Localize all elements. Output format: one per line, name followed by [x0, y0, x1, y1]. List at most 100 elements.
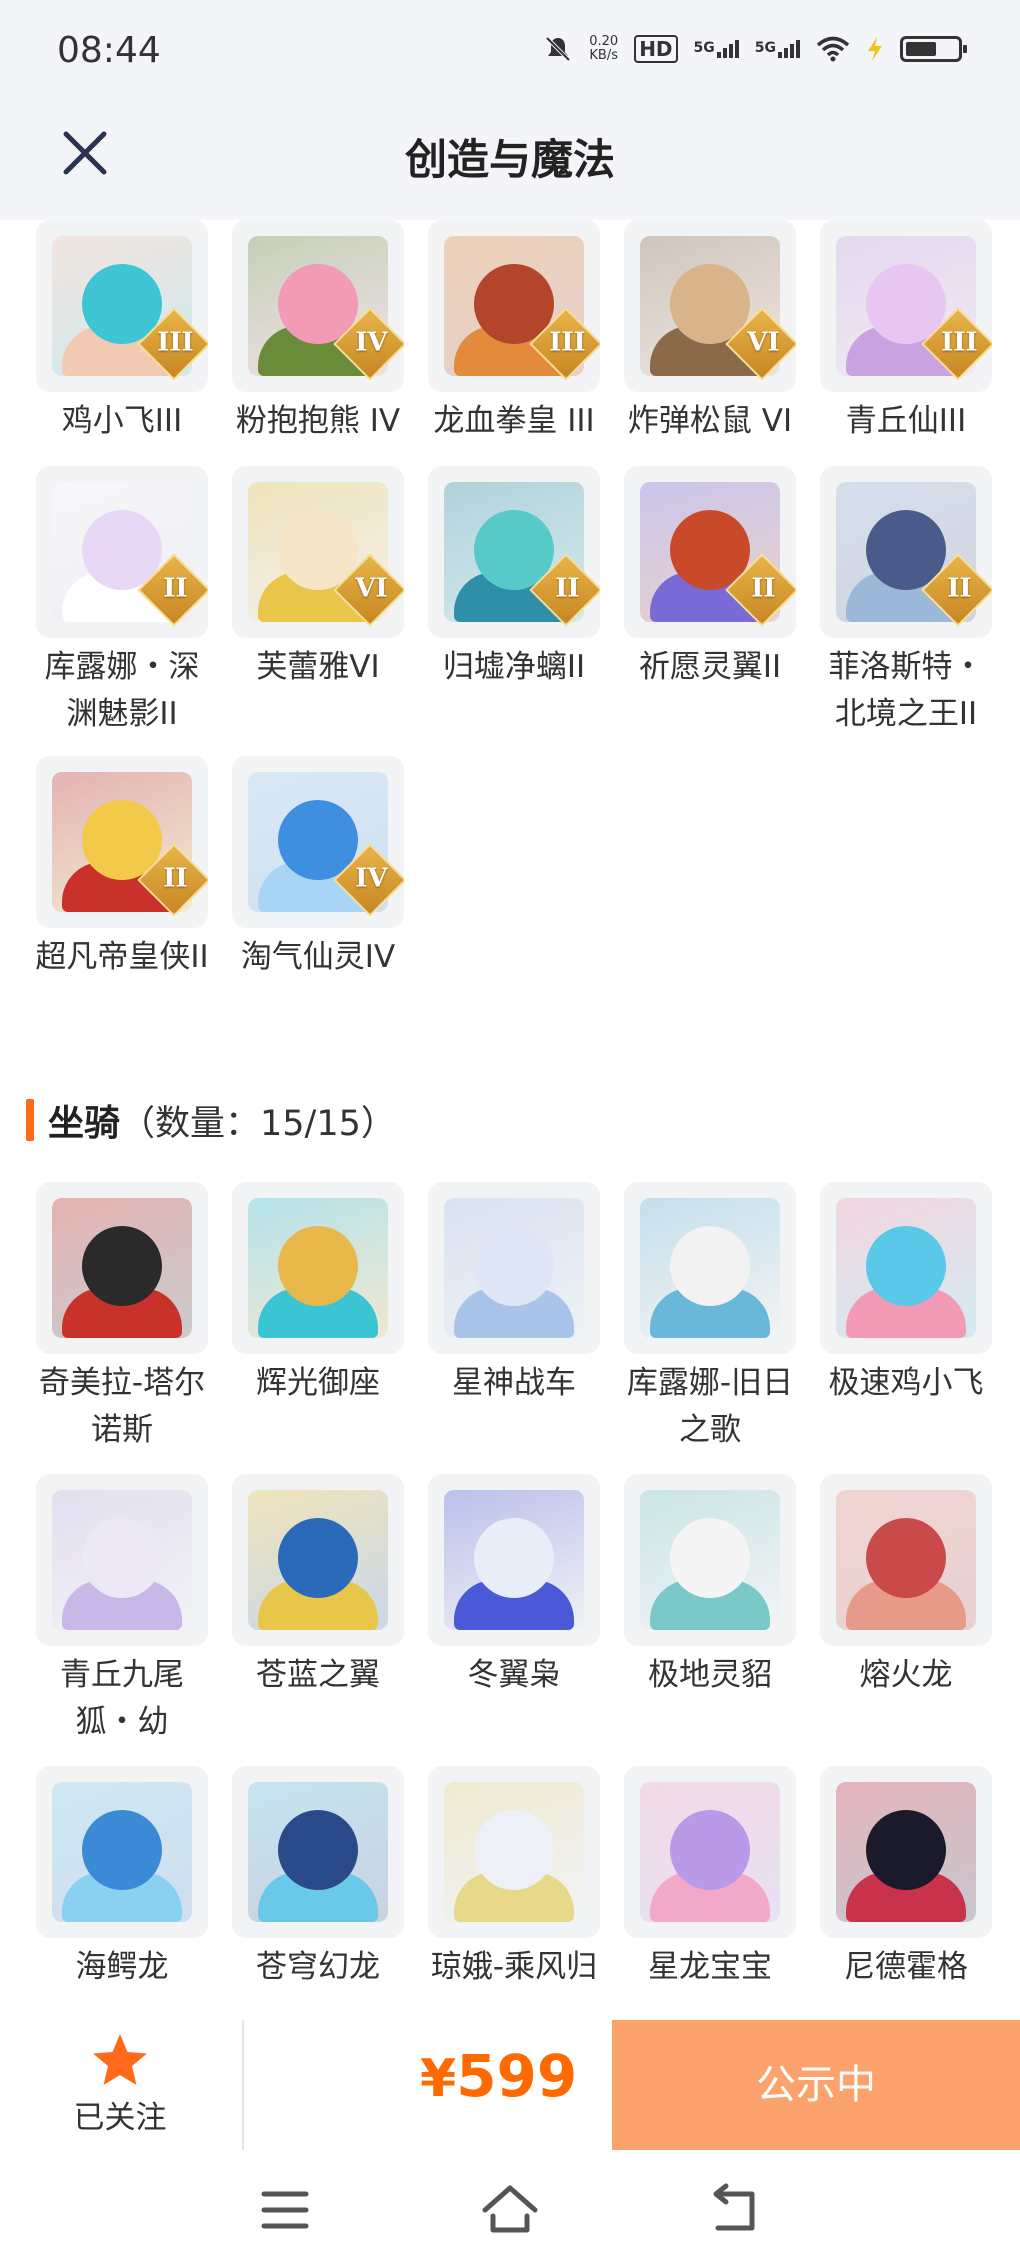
- tier-label: VI: [355, 573, 388, 604]
- pet-thumbnail: VI: [624, 220, 796, 392]
- pet-name: 龙血拳皇 III: [433, 403, 595, 439]
- pet-name: 超凡帝皇侠II: [35, 939, 209, 975]
- follow-button[interactable]: 已关注: [40, 2032, 200, 2142]
- wifi-icon: [816, 36, 850, 62]
- mount-image: [836, 1198, 976, 1338]
- pet-name: 归墟净螭II: [442, 649, 586, 685]
- content-area[interactable]: III 鸡小飞III IV 粉抱抱熊 IV III 龙血拳皇 III VI 炸弹松鼠 VI II…: [0, 220, 1020, 2020]
- mount-card[interactable]: 苍蓝之翼: [220, 1474, 416, 1766]
- pet-thumbnail: IV: [232, 220, 404, 392]
- mount-card[interactable]: 苍穹幻龙: [220, 1766, 416, 2020]
- mount-card[interactable]: 海鳄龙: [24, 1766, 220, 2020]
- mount-image: [248, 1490, 388, 1630]
- mount-image: [52, 1782, 192, 1922]
- mount-card[interactable]: 极地灵貂: [612, 1474, 808, 1766]
- status-bar: 08:44 0.20 KB/s HD 5G 5G: [0, 0, 1020, 110]
- mount-name: 库露娜-旧日之歌: [626, 1365, 794, 1448]
- action-bar: 已关注 ¥599 公示中: [0, 2020, 1020, 2150]
- back-button[interactable]: [700, 2180, 770, 2240]
- pet-card[interactable]: III 鸡小飞III: [24, 220, 220, 466]
- star-icon: [93, 2034, 147, 2085]
- mount-thumbnail: [232, 1182, 404, 1354]
- follow-label: 已关注: [73, 2100, 167, 2136]
- mount-name: 熔火龙: [859, 1657, 953, 1693]
- pet-card[interactable]: IV 粉抱抱熊 IV: [220, 220, 416, 466]
- mount-name: 星龙宝宝: [648, 1949, 772, 1985]
- mount-thumbnail: [820, 1182, 992, 1354]
- mount-card[interactable]: 青丘九尾狐・幼: [24, 1474, 220, 1766]
- system-nav-bar: [0, 2150, 1020, 2267]
- mount-card[interactable]: 库露娜-旧日之歌: [612, 1182, 808, 1474]
- pet-card[interactable]: VI 芙蕾雅VI: [220, 466, 416, 756]
- mount-card[interactable]: 熔火龙: [808, 1474, 1004, 1766]
- pet-thumbnail: III: [428, 220, 600, 392]
- mount-image: [836, 1782, 976, 1922]
- pet-thumbnail: III: [820, 220, 992, 392]
- pet-card[interactable]: III 青丘仙III: [808, 220, 1004, 466]
- mount-name: 海鳄龙: [75, 1949, 169, 1985]
- home-icon: [482, 2185, 538, 2233]
- pet-grid: III 鸡小飞III IV 粉抱抱熊 IV III 龙血拳皇 III VI 炸弹松鼠 VI II…: [24, 220, 1004, 1046]
- pet-card[interactable]: III 龙血拳皇 III: [416, 220, 612, 466]
- pet-name: 粉抱抱熊 IV: [235, 403, 401, 439]
- status-icons: 0.20 KB/s HD 5G 5G: [543, 34, 967, 64]
- mount-card[interactable]: 辉光御座: [220, 1182, 416, 1474]
- mount-card[interactable]: 极速鸡小飞: [808, 1182, 1004, 1474]
- mount-card[interactable]: 琼娥-乘风归: [416, 1766, 612, 2020]
- pet-name: 淘气仙灵IV: [240, 939, 396, 975]
- signal-2-icon: 5G: [755, 40, 800, 58]
- pet-card[interactable]: II 祈愿灵翼II: [612, 466, 808, 756]
- home-button[interactable]: [475, 2180, 545, 2240]
- mount-image: [248, 1198, 388, 1338]
- tier-label: VI: [747, 327, 780, 358]
- pet-name: 芙蕾雅VI: [256, 649, 380, 685]
- mount-name: 苍穹幻龙: [256, 1949, 380, 1985]
- mount-card[interactable]: 星神战车: [416, 1182, 612, 1474]
- tier-label: II: [555, 573, 580, 604]
- charging-icon: [868, 37, 882, 61]
- pet-thumbnail: II: [36, 756, 208, 928]
- mount-thumbnail: [820, 1474, 992, 1646]
- public-status-button[interactable]: 公示中: [612, 2020, 1020, 2150]
- mount-thumbnail: [36, 1182, 208, 1354]
- back-icon: [713, 2183, 755, 2231]
- mount-thumbnail: [820, 1766, 992, 1938]
- mount-image: [444, 1490, 584, 1630]
- price-value: 599: [456, 2042, 578, 2110]
- mount-name: 奇美拉-塔尔诺斯: [38, 1365, 206, 1448]
- mount-card[interactable]: 星龙宝宝: [612, 1766, 808, 2020]
- pet-card[interactable]: IV 淘气仙灵IV: [220, 756, 416, 1046]
- mount-card[interactable]: 奇美拉-塔尔诺斯: [24, 1182, 220, 1474]
- battery-icon: [900, 36, 967, 62]
- mount-thumbnail: [36, 1766, 208, 1938]
- page-title: 创造与魔法: [404, 135, 615, 184]
- pet-name: 炸弹松鼠 VI: [627, 403, 793, 439]
- pet-card[interactable]: II 归墟净螭II: [416, 466, 612, 756]
- currency-symbol: ¥: [420, 2049, 457, 2109]
- pet-thumbnail: III: [36, 220, 208, 392]
- mount-image: [640, 1782, 780, 1922]
- tier-label: III: [941, 327, 978, 358]
- pet-card[interactable]: II 菲洛斯特・北境之王II: [808, 466, 1004, 756]
- mount-name: 极速鸡小飞: [828, 1365, 984, 1401]
- pet-card[interactable]: VI 炸弹松鼠 VI: [612, 220, 808, 466]
- mount-thumbnail: [624, 1766, 796, 1938]
- mount-image: [52, 1198, 192, 1338]
- mount-card[interactable]: 尼德霍格: [808, 1766, 1004, 2020]
- mount-name: 琼娥-乘风归: [430, 1949, 598, 1985]
- mount-thumbnail: [36, 1474, 208, 1646]
- pet-card[interactable]: II 库露娜・深渊魅影II: [24, 466, 220, 756]
- tier-label: IV: [355, 327, 388, 358]
- pet-card[interactable]: II 超凡帝皇侠II: [24, 756, 220, 1046]
- tier-label: IV: [355, 863, 388, 894]
- mount-image: [248, 1782, 388, 1922]
- section-count: （数量：15/15）: [120, 1103, 396, 1144]
- mount-thumbnail: [428, 1766, 600, 1938]
- tier-label: II: [163, 573, 188, 604]
- pet-thumbnail: II: [36, 466, 208, 638]
- menu-icon: [261, 2191, 309, 2229]
- mount-card[interactable]: 冬翼枭: [416, 1474, 612, 1766]
- mount-thumbnail: [232, 1766, 404, 1938]
- mount-image: [640, 1490, 780, 1630]
- menu-button[interactable]: [250, 2180, 320, 2240]
